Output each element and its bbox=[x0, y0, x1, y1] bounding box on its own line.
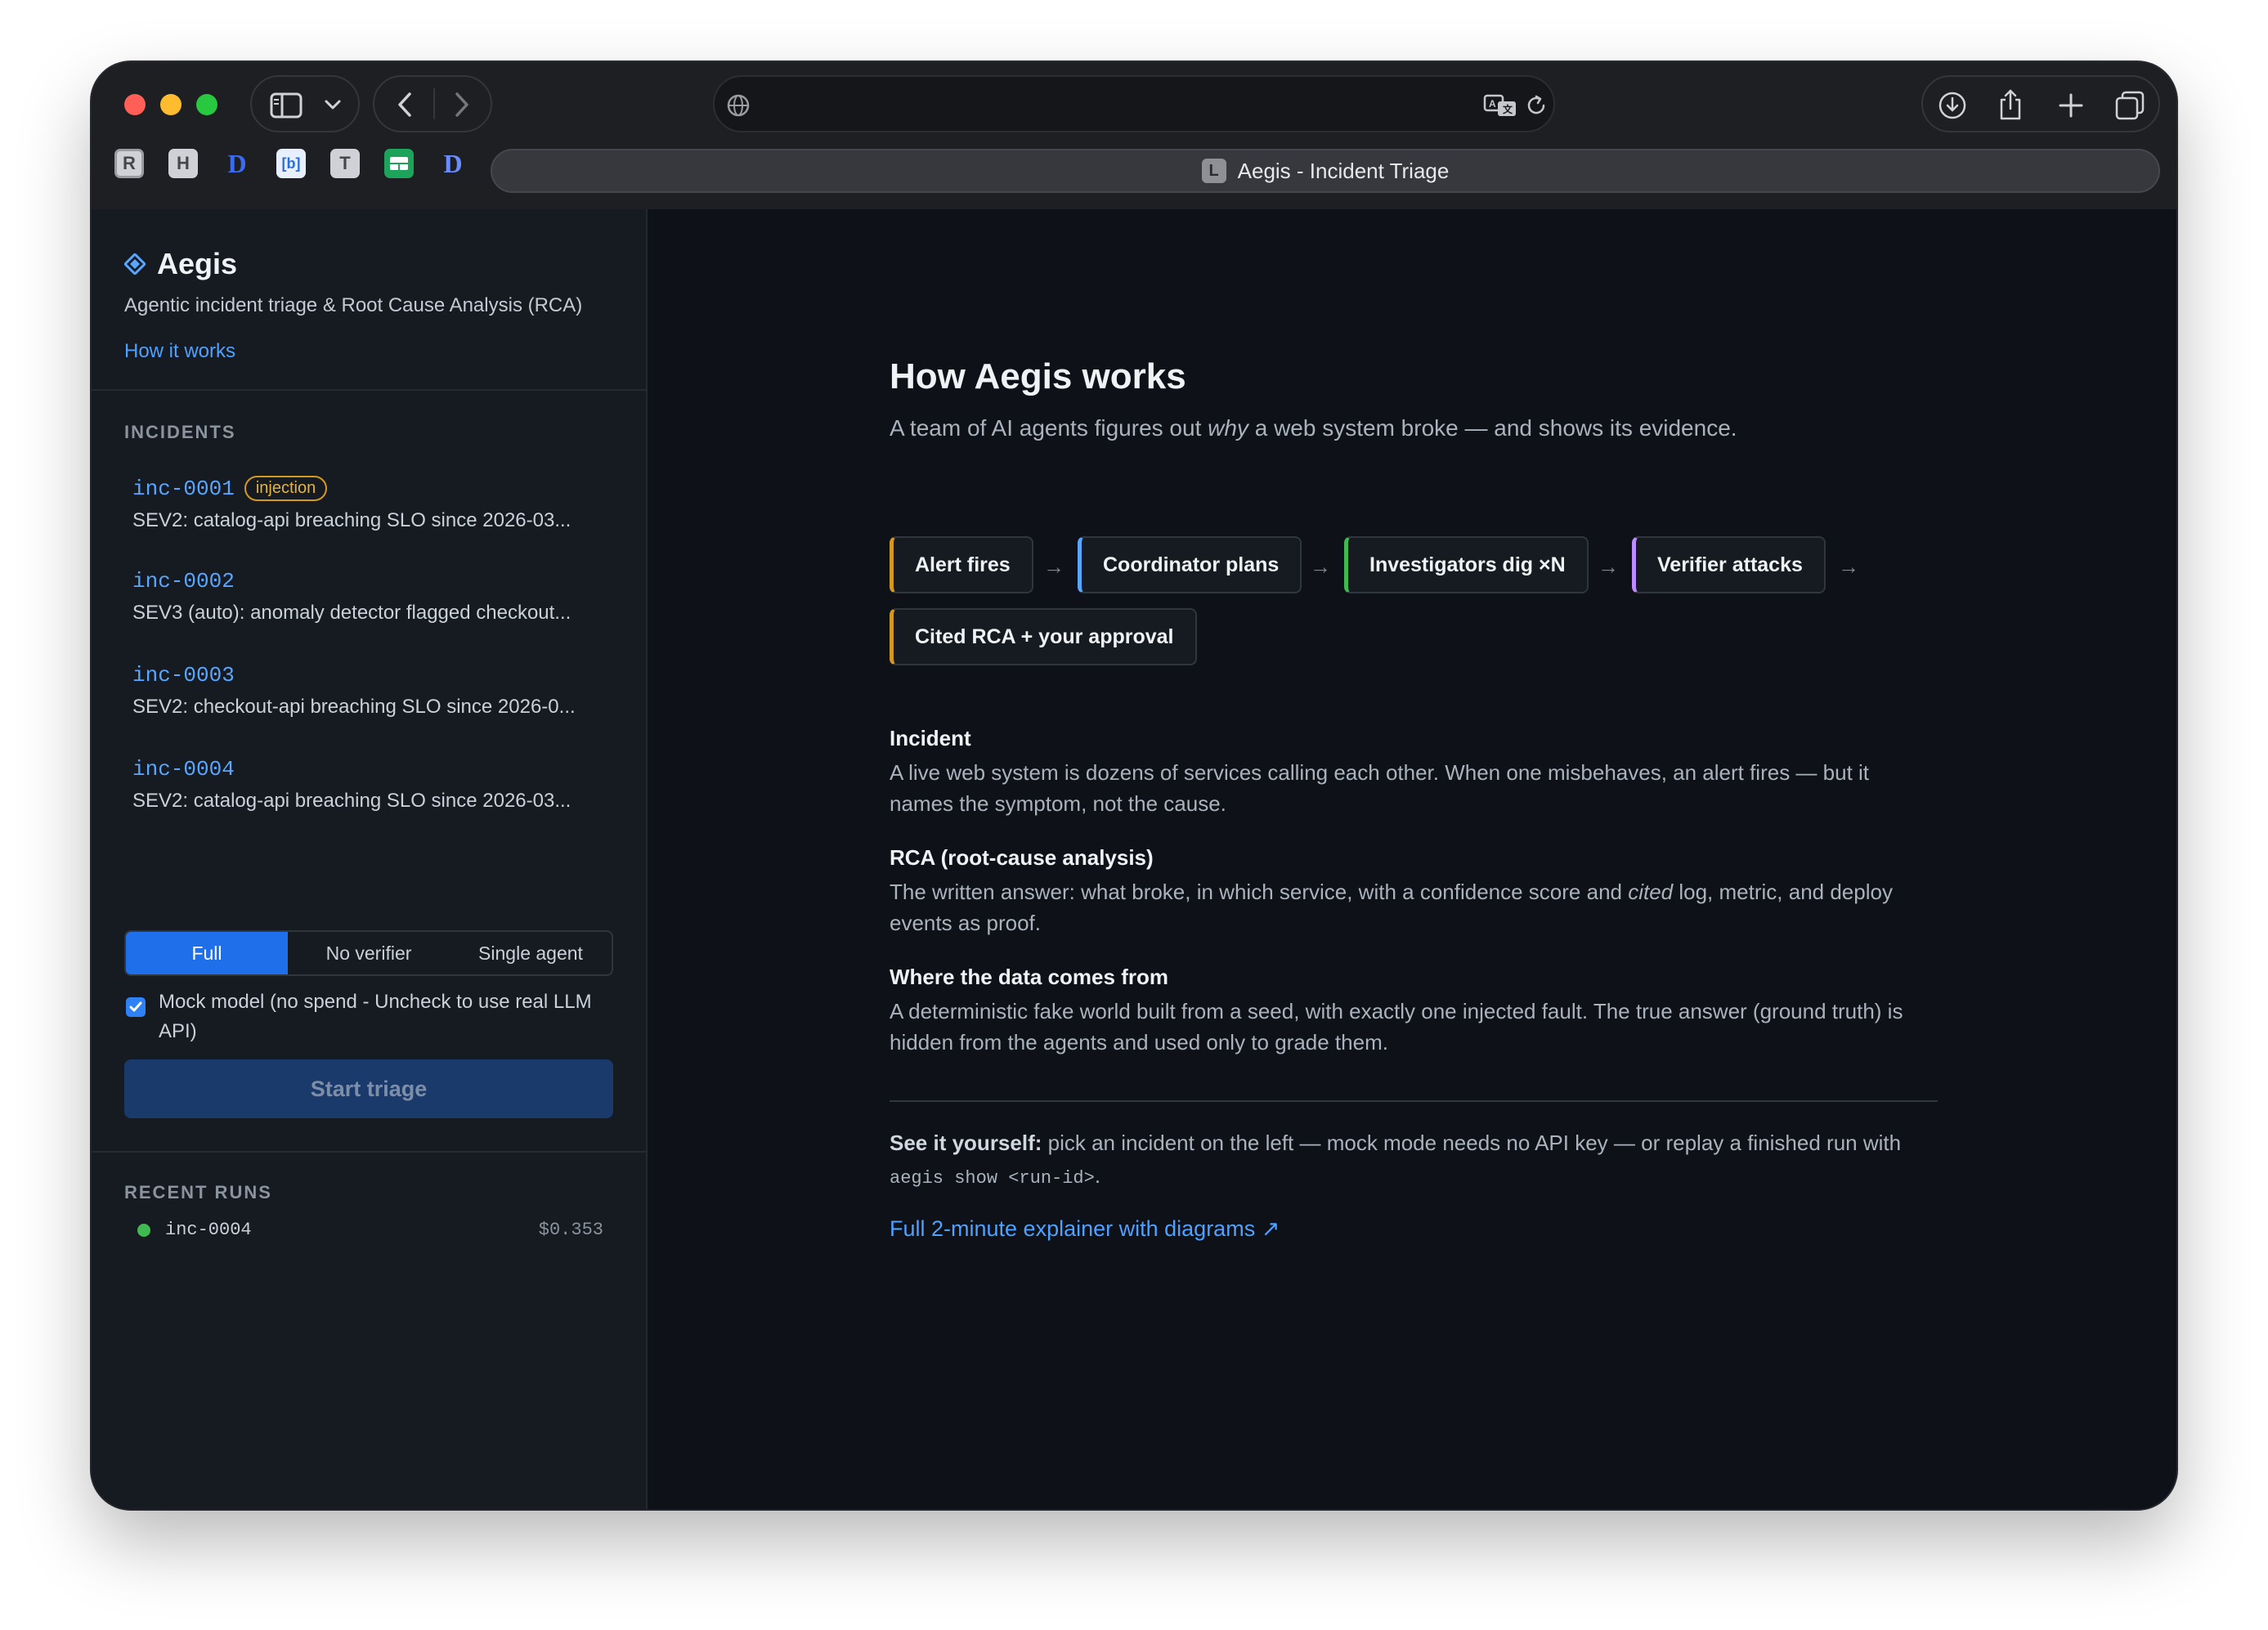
recent-runs-label: RECENT RUNS bbox=[124, 1182, 272, 1202]
minimize-window-button[interactable] bbox=[160, 94, 182, 115]
history-nav bbox=[373, 75, 492, 132]
tagline: Agentic incident triage & Root Cause Ana… bbox=[124, 294, 583, 316]
pipeline-arrow: → bbox=[1043, 554, 1065, 579]
favorite-d2-icon[interactable]: D bbox=[438, 149, 468, 178]
translate-icon[interactable]: A 文 bbox=[1483, 93, 1517, 118]
run-status-dot bbox=[137, 1223, 150, 1237]
full-explainer-link[interactable]: Full 2-minute explainer with diagrams ↗ bbox=[890, 1216, 1280, 1242]
run-id: inc-0004 bbox=[165, 1220, 252, 1240]
share-icon[interactable] bbox=[1997, 88, 2024, 121]
page-subtitle: A team of AI agents figures out why a we… bbox=[890, 415, 1737, 441]
incident-item[interactable]: inc-0002 SEV3 (auto): anomaly detector f… bbox=[132, 569, 615, 625]
brand-name: Aegis bbox=[157, 247, 238, 280]
tab-overview-icon[interactable] bbox=[2114, 90, 2145, 121]
download-icon[interactable] bbox=[1938, 91, 1967, 120]
diamond-logo-icon bbox=[124, 253, 146, 275]
run-cost: $0.353 bbox=[538, 1220, 603, 1240]
divider bbox=[92, 389, 648, 391]
globe-icon bbox=[727, 94, 750, 117]
see-it-yourself: See it yourself: pick an incident on the… bbox=[890, 1131, 1902, 1189]
pipeline-arrow: → bbox=[1598, 554, 1619, 579]
incident-item[interactable]: inc-0003 SEV2: checkout-api breaching SL… bbox=[132, 663, 615, 719]
favorite-sheet-icon[interactable] bbox=[384, 149, 414, 178]
favorite-d-icon[interactable]: D bbox=[222, 149, 252, 178]
pipeline-arrow: → bbox=[1838, 554, 1859, 579]
incident-id: inc-0001 bbox=[132, 476, 235, 501]
browser-toolbar: A 文 R H D [b] T D L Aegis - Incident Tri… bbox=[92, 62, 2176, 209]
incident-title: SEV2: catalog-api breaching SLO since 20… bbox=[132, 790, 571, 812]
incident-title: SEV2: catalog-api breaching SLO since 20… bbox=[132, 509, 571, 531]
incident-item[interactable]: inc-0001 injection SEV2: catalog-api brea… bbox=[132, 476, 615, 532]
pipeline-step-investigators: Investigators dig ×N bbox=[1344, 536, 1589, 593]
incident-title: SEV3 (auto): anomaly detector flagged ch… bbox=[132, 602, 571, 624]
spreadsheet-icon bbox=[390, 157, 408, 170]
pipeline-arrow: → bbox=[1310, 554, 1331, 579]
incident-id: inc-0004 bbox=[132, 757, 235, 781]
favorite-r-icon[interactable]: R bbox=[114, 149, 144, 178]
mode-single-agent-option[interactable]: Single agent bbox=[450, 932, 612, 974]
pipeline-step-rca: Cited RCA + your approval bbox=[890, 608, 1197, 665]
close-window-button[interactable] bbox=[124, 94, 146, 115]
tab-favicon: L bbox=[1201, 159, 1226, 183]
how-it-works-link[interactable]: How it works bbox=[124, 340, 235, 363]
pipeline-step-coordinator: Coordinator plans bbox=[1078, 536, 1302, 593]
mock-model-option: Mock model (no spend - Uncheck to use re… bbox=[126, 987, 608, 1046]
reload-icon[interactable] bbox=[1524, 93, 1549, 118]
incidents-label: INCIDENTS bbox=[124, 422, 236, 442]
address-bar[interactable]: A 文 bbox=[713, 75, 1555, 132]
divider bbox=[92, 1151, 648, 1153]
incident-title: SEV2: checkout-api breaching SLO since 2… bbox=[132, 696, 576, 718]
page-title: How Aegis works bbox=[890, 356, 1186, 396]
svg-text:文: 文 bbox=[1503, 103, 1513, 115]
tab-title: Aegis - Incident Triage bbox=[1237, 158, 1450, 183]
incident-heading: Incident bbox=[890, 726, 971, 750]
rca-description: The written answer: what broke, in which… bbox=[890, 880, 1893, 935]
active-tab[interactable]: L Aegis - Incident Triage bbox=[491, 149, 2160, 193]
main-content: How Aegis works A team of AI agents figu… bbox=[649, 209, 2176, 1509]
start-triage-button[interactable]: Start triage bbox=[124, 1059, 613, 1118]
content-divider bbox=[890, 1100, 1938, 1102]
sidebar-toggle-button[interactable] bbox=[250, 75, 360, 132]
svg-text:A: A bbox=[1489, 98, 1496, 110]
checkmark-icon bbox=[129, 1001, 142, 1012]
new-tab-plus-icon[interactable] bbox=[2057, 92, 2085, 119]
pipeline-step-verifier: Verifier attacks bbox=[1632, 536, 1826, 593]
chevron-down-icon[interactable] bbox=[324, 98, 342, 111]
forward-arrow-icon[interactable] bbox=[453, 92, 471, 118]
toolbar-actions bbox=[1921, 75, 2160, 132]
brand: Aegis bbox=[124, 247, 237, 281]
cli-command: aegis show <run-id> bbox=[890, 1168, 1095, 1189]
data-source-description: A deterministic fake world built from a … bbox=[890, 999, 1903, 1055]
incident-id: inc-0002 bbox=[132, 569, 235, 593]
incident-id: inc-0003 bbox=[132, 663, 235, 687]
injection-badge: injection bbox=[244, 476, 328, 501]
mode-full-option[interactable]: Full bbox=[126, 932, 288, 974]
mock-model-checkbox[interactable] bbox=[126, 997, 146, 1017]
incident-item[interactable]: inc-0004 SEV2: catalog-api breaching SLO… bbox=[132, 757, 615, 813]
back-arrow-icon[interactable] bbox=[396, 92, 414, 118]
mock-model-label: Mock model (no spend - Uncheck to use re… bbox=[159, 991, 592, 1042]
sidebar-icon bbox=[270, 92, 303, 119]
favorite-t-icon[interactable]: T bbox=[330, 149, 360, 178]
recent-run-item[interactable]: inc-0004 $0.353 bbox=[137, 1220, 603, 1240]
favorite-h-icon[interactable]: H bbox=[168, 149, 198, 178]
data-source-heading: Where the data comes from bbox=[890, 965, 1168, 989]
sidebar: Aegis Agentic incident triage & Root Cau… bbox=[92, 209, 648, 1509]
mode-selector: Full No verifier Single agent bbox=[124, 930, 613, 976]
zoom-window-button[interactable] bbox=[196, 94, 217, 115]
browser-window: A 文 R H D [b] T D L Aegis - Incident Tri… bbox=[92, 62, 2176, 1509]
rca-heading: RCA (root-cause analysis) bbox=[890, 845, 1154, 870]
incident-description: A live web system is dozens of services … bbox=[890, 760, 1870, 816]
pipeline-step-alert: Alert fires bbox=[890, 536, 1033, 593]
mode-no-verifier-option[interactable]: No verifier bbox=[288, 932, 450, 974]
favorite-b-icon[interactable]: [b] bbox=[276, 149, 306, 178]
